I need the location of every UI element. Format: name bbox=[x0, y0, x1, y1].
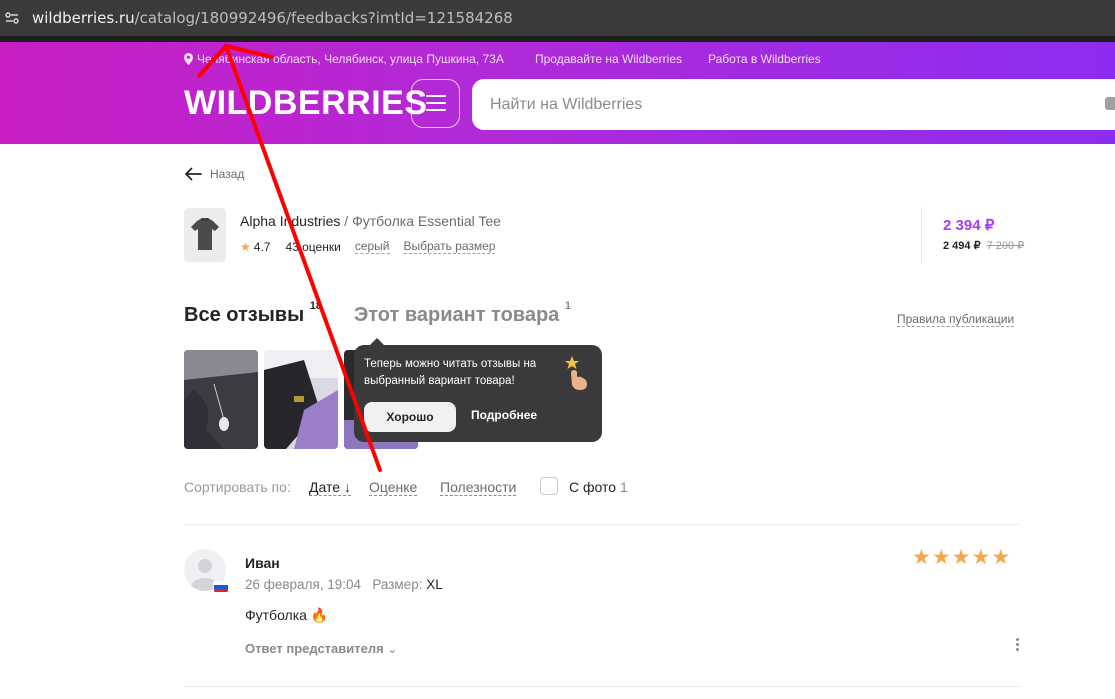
star-icon: ★ bbox=[951, 546, 971, 569]
product-meta: ★ 4.7 43 оценки серый Выбрать размер bbox=[240, 239, 496, 254]
representative-reply-toggle[interactable]: Ответ представителя ⌄ bbox=[245, 641, 397, 656]
tooltip-text: Теперь можно читать отзывы на выбранный … bbox=[364, 358, 537, 387]
sort-by-rating[interactable]: Оценке bbox=[369, 479, 418, 496]
with-photo-label[interactable]: С фото 1 bbox=[569, 479, 628, 495]
sort-bar: Сортировать по: Дате ↓ Оценке Полезности bbox=[184, 479, 524, 499]
with-photo-text: С фото bbox=[569, 479, 617, 495]
tab-all-count: 18 bbox=[309, 300, 322, 313]
tab-variant-label: Этот вариант товара bbox=[354, 304, 560, 326]
price-row: 2 494 ₽ 7 200 ₽ bbox=[943, 239, 1024, 252]
chevron-down-icon: ⌄ bbox=[387, 642, 398, 656]
tab-this-variant[interactable]: Этот вариант товара 1 bbox=[354, 300, 571, 327]
location-link[interactable]: Челябинская область, Челябинск, улица Пу… bbox=[197, 52, 504, 66]
jobs-link[interactable]: Работа в Wildberries bbox=[708, 52, 821, 66]
tab-all-label: Все отзывы bbox=[184, 304, 305, 326]
more-options-icon[interactable] bbox=[1016, 638, 1020, 654]
with-photo-checkbox[interactable] bbox=[540, 477, 558, 495]
sort-direction-arrow-icon: ↓ bbox=[343, 479, 351, 495]
product-name: / Футболка Essential Tee bbox=[340, 213, 501, 229]
review-meta: 26 февраля, 19:04 Размер: XL bbox=[245, 577, 443, 592]
arrow-left-icon bbox=[185, 167, 202, 181]
tab-variant-count: 1 bbox=[564, 300, 571, 313]
sort-by-date[interactable]: Дате ↓ bbox=[309, 479, 351, 496]
tab-all-reviews[interactable]: Все отзывы 18 bbox=[184, 300, 322, 327]
review-photo[interactable] bbox=[264, 350, 338, 449]
review-stars: ★ ★ ★ ★ ★ bbox=[912, 547, 1010, 569]
review-size-label: Размер: bbox=[372, 577, 423, 592]
divider bbox=[184, 524, 1020, 525]
star-icon: ★ bbox=[971, 546, 991, 569]
url-text[interactable]: wildberries.ru/catalog/180992496/feedbac… bbox=[32, 9, 513, 27]
menu-icon bbox=[426, 95, 446, 97]
photo-tshirt-detail bbox=[264, 350, 338, 449]
product-rating: 4.7 bbox=[253, 239, 271, 254]
russia-flag-icon bbox=[213, 581, 229, 593]
browser-url-bar: wildberries.ru/catalog/180992496/feedbac… bbox=[0, 0, 1115, 36]
menu-button[interactable] bbox=[411, 79, 460, 128]
star-icon: ★ bbox=[240, 239, 251, 254]
review-size-value: XL bbox=[426, 577, 443, 592]
sort-label: Сортировать по: bbox=[184, 479, 291, 495]
star-icon: ★ bbox=[991, 546, 1011, 569]
product-title[interactable]: Alpha Industries / Футболка Essential Te… bbox=[240, 213, 501, 229]
search-input[interactable] bbox=[472, 79, 1115, 130]
url-host: wildberries.ru bbox=[32, 9, 135, 27]
product-price: 2 394 ₽ bbox=[943, 217, 995, 234]
star-icon: ★ bbox=[931, 546, 951, 569]
star-icon: ★ bbox=[912, 546, 931, 569]
price-divider bbox=[921, 207, 922, 263]
back-link[interactable]: Назад bbox=[184, 164, 244, 184]
photo-tshirt-closeup bbox=[184, 350, 258, 449]
product-thumbnail[interactable] bbox=[184, 208, 226, 262]
camera-search-icon[interactable] bbox=[1105, 97, 1115, 110]
tooltip-ok-button[interactable]: Хорошо bbox=[364, 402, 456, 432]
tshirt-image bbox=[191, 217, 219, 250]
wallet-price: 2 494 ₽ bbox=[943, 240, 981, 252]
review-author: Иван bbox=[245, 555, 280, 571]
sort-by-date-label: Дате bbox=[309, 479, 341, 495]
product-reviews-count: 43 оценки bbox=[285, 239, 341, 254]
review-photo[interactable] bbox=[184, 350, 258, 449]
location-pin-icon bbox=[184, 53, 193, 65]
url-path: /catalog/180992496/feedbacks?imtId=12158… bbox=[134, 9, 513, 27]
review-date: 26 февраля, 19:04 bbox=[245, 577, 362, 592]
pointing-hand-star-icon bbox=[565, 356, 587, 390]
product-brand: Alpha Industries bbox=[240, 213, 341, 229]
menu-icon-line bbox=[426, 109, 446, 111]
sort-by-usefulness[interactable]: Полезности bbox=[440, 479, 517, 496]
old-price: 7 200 ₽ bbox=[986, 240, 1025, 252]
select-size-link[interactable]: Выбрать размер bbox=[403, 239, 496, 254]
logo[interactable]: WILDBERRIES bbox=[184, 84, 428, 123]
back-label: Назад bbox=[210, 167, 245, 181]
publication-rules-link[interactable]: Правила публикации bbox=[897, 312, 1015, 327]
reply-label: Ответ представителя bbox=[245, 641, 384, 656]
with-photo-count: 1 bbox=[619, 479, 628, 495]
review-text: Футболка 🔥 bbox=[245, 607, 329, 623]
sell-on-wb-link[interactable]: Продавайте на Wildberries bbox=[535, 52, 682, 66]
tooltip-more-link[interactable]: Подробнее bbox=[471, 408, 537, 422]
site-settings-icon[interactable] bbox=[5, 11, 19, 25]
product-color[interactable]: серый bbox=[354, 239, 390, 254]
divider bbox=[184, 686, 1020, 687]
menu-icon-line bbox=[426, 102, 446, 104]
